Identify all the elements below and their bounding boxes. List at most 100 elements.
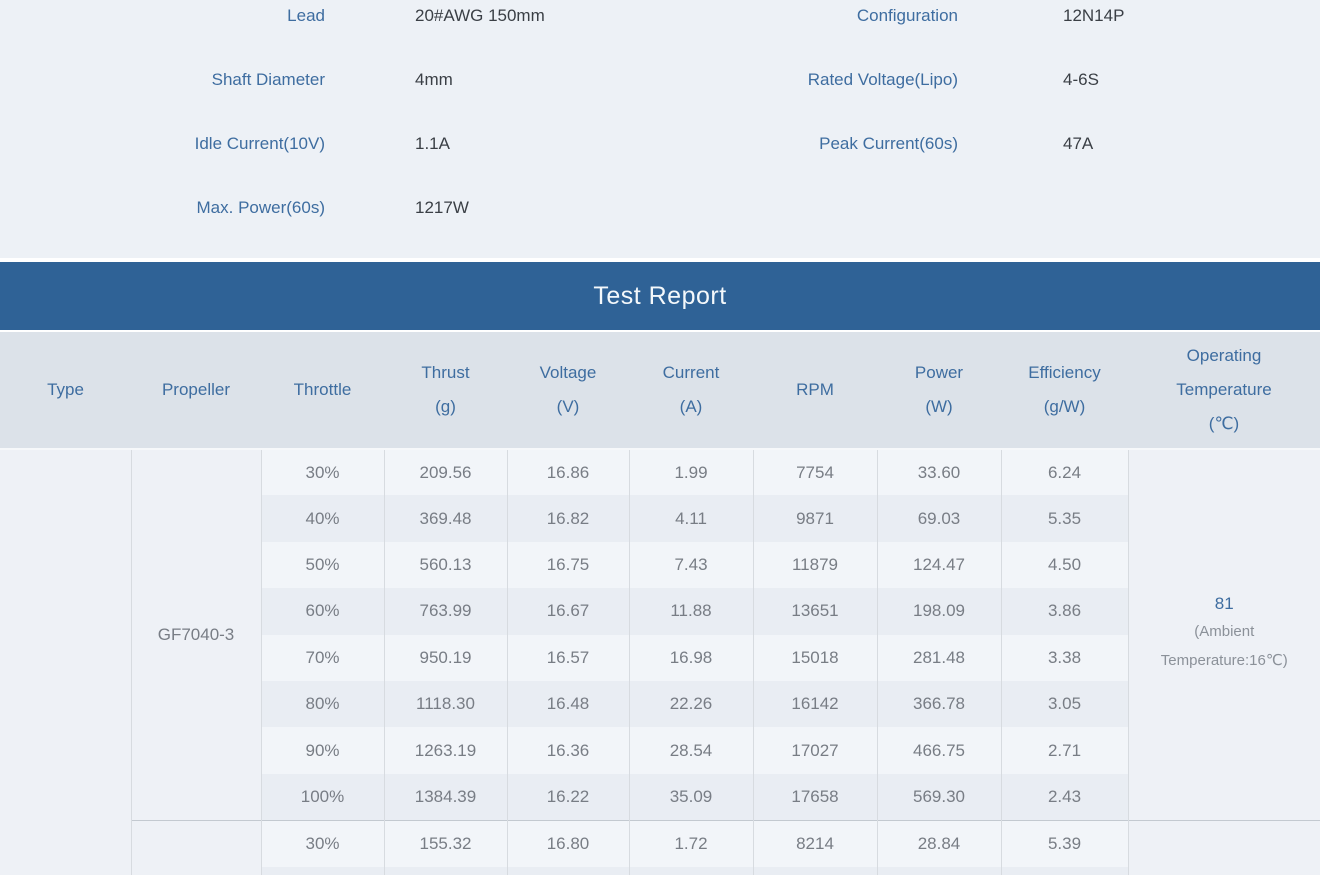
- table-cell: 281.48: [877, 635, 1001, 681]
- spec-value-rated-voltage: 4-6S: [958, 48, 1320, 112]
- table-cell: 5.39: [1001, 820, 1128, 866]
- column-header-type: Type: [0, 331, 131, 449]
- spec-value-max-power: 1217W: [340, 176, 660, 240]
- temperature-cell: 81 (Ambient Temperature:16℃): [1128, 449, 1320, 820]
- table-cell: 560.13: [384, 542, 507, 588]
- temperature-note: (Ambient Temperature:16℃): [1145, 617, 1303, 675]
- temperature-cell: [1128, 820, 1320, 875]
- spec-empty-cell: [958, 176, 1320, 240]
- table-cell: 155.32: [384, 820, 507, 866]
- throttle-cell: 100%: [261, 774, 384, 820]
- table-cell: 1263.19: [384, 727, 507, 773]
- table-cell: 9871: [753, 495, 877, 541]
- table-cell: 16.57: [507, 635, 629, 681]
- table-cell: 1384.39: [384, 774, 507, 820]
- table-cell: 8214: [753, 820, 877, 866]
- table-cell: 6.24: [1001, 449, 1128, 495]
- table-cell: [877, 867, 1001, 875]
- spec-label-rated-voltage: Rated Voltage(Lipo): [660, 48, 958, 112]
- table-cell: 16.86: [507, 449, 629, 495]
- table-cell: 4.50: [1001, 542, 1128, 588]
- test-report-banner: Test Report: [0, 262, 1320, 330]
- table-cell: [384, 867, 507, 875]
- spec-label-configuration: Configuration: [660, 0, 958, 48]
- spec-label-shaft-diameter: Shaft Diameter: [0, 48, 340, 112]
- table-cell: 22.26: [629, 681, 753, 727]
- spec-label-peak-current: Peak Current(60s): [660, 112, 958, 176]
- temperature-value: 81: [1129, 594, 1320, 614]
- table-cell: 28.84: [877, 820, 1001, 866]
- table-cell: 569.30: [877, 774, 1001, 820]
- table-cell: [1001, 867, 1128, 875]
- table-cell: 2.71: [1001, 727, 1128, 773]
- column-header-operating-temperature: Operating Temperature (℃): [1128, 331, 1320, 449]
- table-cell: 3.05: [1001, 681, 1128, 727]
- spec-grid: Lead 20#AWG 150mm Configuration 12N14P S…: [0, 0, 1320, 240]
- throttle-cell: 30%: [261, 820, 384, 866]
- report-table-body: GF7040-330%209.5616.861.99775433.606.248…: [0, 449, 1320, 875]
- table-cell: 4.11: [629, 495, 753, 541]
- column-header-efficiency: Efficiency (g/W): [1001, 331, 1128, 449]
- column-header-thrust: Thrust (g): [384, 331, 507, 449]
- table-cell: 7.43: [629, 542, 753, 588]
- throttle-cell: 60%: [261, 588, 384, 634]
- throttle-cell: 50%: [261, 542, 384, 588]
- table-cell: 763.99: [384, 588, 507, 634]
- table-cell: 17027: [753, 727, 877, 773]
- test-report-title: Test Report: [593, 282, 726, 311]
- table-cell: 950.19: [384, 635, 507, 681]
- column-header-propeller: Propeller: [131, 331, 261, 449]
- table-cell: 16.22: [507, 774, 629, 820]
- table-cell: 1.72: [629, 820, 753, 866]
- throttle-cell: 40%: [261, 495, 384, 541]
- report-header-row: Type Propeller Throttle Thrust (g) Volta…: [0, 331, 1320, 449]
- table-cell: 16.98: [629, 635, 753, 681]
- column-header-rpm: RPM: [753, 331, 877, 449]
- table-cell: 17658: [753, 774, 877, 820]
- table-cell: 209.56: [384, 449, 507, 495]
- table-cell: 16.36: [507, 727, 629, 773]
- table-cell: [507, 867, 629, 875]
- table-cell: 369.48: [384, 495, 507, 541]
- propeller-cell: GF7040-3: [131, 449, 261, 820]
- table-cell: [261, 867, 384, 875]
- report-row: 30%155.3216.801.72821428.845.39: [0, 820, 1320, 866]
- spec-value-peak-current: 47A: [958, 112, 1320, 176]
- table-cell: 35.09: [629, 774, 753, 820]
- table-cell: 5.35: [1001, 495, 1128, 541]
- table-cell: 16142: [753, 681, 877, 727]
- table-cell: 198.09: [877, 588, 1001, 634]
- table-cell: 124.47: [877, 542, 1001, 588]
- table-cell: 15018: [753, 635, 877, 681]
- report-table: Type Propeller Throttle Thrust (g) Volta…: [0, 330, 1320, 875]
- table-cell: 16.82: [507, 495, 629, 541]
- table-cell: 16.67: [507, 588, 629, 634]
- table-cell: 1.99: [629, 449, 753, 495]
- spec-label-max-power: Max. Power(60s): [0, 176, 340, 240]
- table-cell: 366.78: [877, 681, 1001, 727]
- column-header-power: Power (W): [877, 331, 1001, 449]
- column-header-throttle: Throttle: [261, 331, 384, 449]
- table-cell: 28.54: [629, 727, 753, 773]
- table-cell: 33.60: [877, 449, 1001, 495]
- table-cell: 16.75: [507, 542, 629, 588]
- table-cell: 466.75: [877, 727, 1001, 773]
- table-cell: 69.03: [877, 495, 1001, 541]
- table-cell: 3.86: [1001, 588, 1128, 634]
- spec-value-shaft-diameter: 4mm: [340, 48, 660, 112]
- spec-value-idle-current: 1.1A: [340, 112, 660, 176]
- throttle-cell: 70%: [261, 635, 384, 681]
- table-cell: 13651: [753, 588, 877, 634]
- spec-value-lead: 20#AWG 150mm: [340, 0, 660, 48]
- table-cell: 16.80: [507, 820, 629, 866]
- throttle-cell: 80%: [261, 681, 384, 727]
- spec-value-configuration: 12N14P: [958, 0, 1320, 48]
- column-header-voltage: Voltage (V): [507, 331, 629, 449]
- table-cell: 11.88: [629, 588, 753, 634]
- table-cell: 7754: [753, 449, 877, 495]
- table-cell: 11879: [753, 542, 877, 588]
- spec-section: Lead 20#AWG 150mm Configuration 12N14P S…: [0, 0, 1320, 258]
- throttle-cell: 30%: [261, 449, 384, 495]
- report-row: GF7040-330%209.5616.861.99775433.606.248…: [0, 449, 1320, 495]
- throttle-cell: 90%: [261, 727, 384, 773]
